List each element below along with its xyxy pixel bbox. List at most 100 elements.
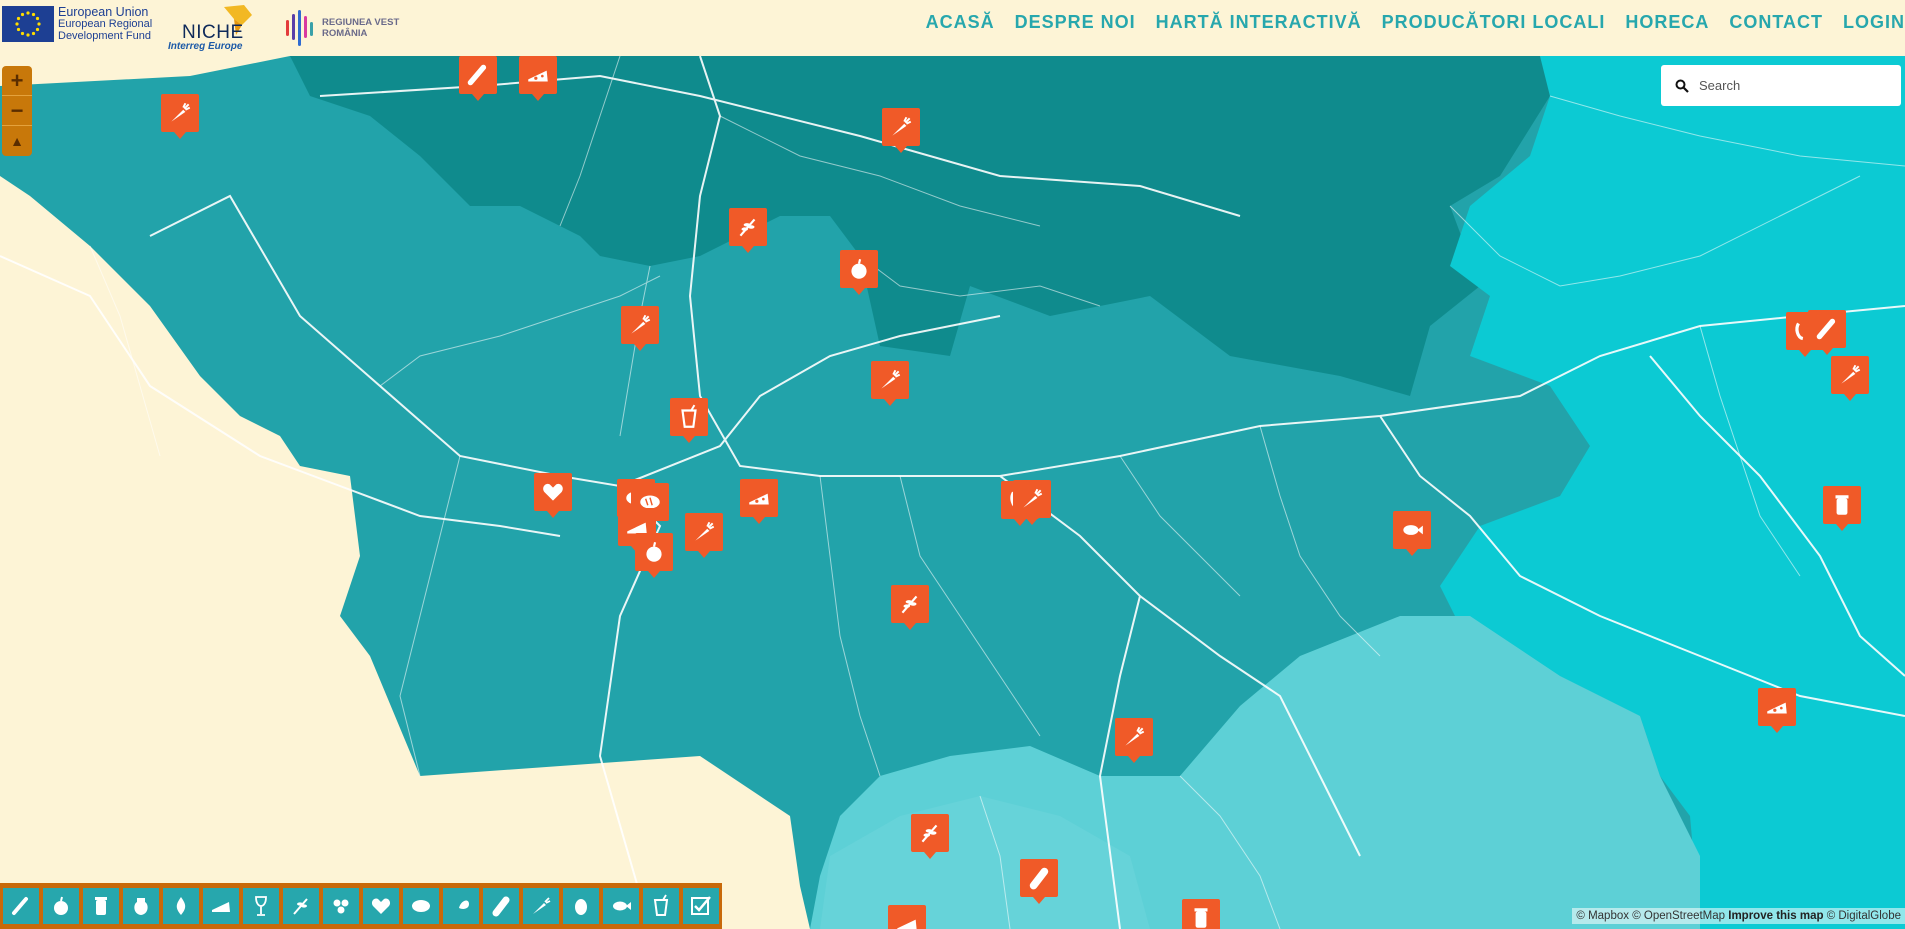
map-pin-fish[interactable] xyxy=(1393,511,1431,556)
zoom-in-button[interactable]: + xyxy=(2,66,32,96)
sausage-icon xyxy=(1816,318,1836,340)
map-pin-carrot[interactable] xyxy=(685,513,723,558)
map-pin-carrot[interactable] xyxy=(1115,718,1153,763)
search-input[interactable] xyxy=(1699,78,1889,93)
map-pin-carrot[interactable] xyxy=(161,94,199,139)
map-pin-cheese[interactable] xyxy=(519,56,557,101)
apple-icon xyxy=(54,896,68,915)
cheese-icon xyxy=(1767,702,1787,714)
cheese-icon xyxy=(897,919,917,929)
honey-pot-icon xyxy=(134,898,148,915)
filter-cheese[interactable] xyxy=(203,888,239,924)
map-search xyxy=(1661,65,1901,106)
jar-icon xyxy=(95,897,107,915)
map-pin-herb[interactable] xyxy=(729,208,767,253)
search-icon xyxy=(1675,79,1689,93)
sausage-icon xyxy=(12,897,28,915)
filter-ham[interactable] xyxy=(443,888,479,924)
carrot-icon xyxy=(892,116,912,136)
attribution-digitalglobe[interactable]: © DigitalGlobe xyxy=(1827,910,1901,922)
cheese-icon xyxy=(212,902,230,912)
site-header: European Union European Regional Develop… xyxy=(0,0,1905,56)
zoom-control: + − ▲ xyxy=(2,66,32,156)
map-terrain xyxy=(0,56,1905,929)
map-pin-cheese[interactable] xyxy=(1758,688,1796,733)
filter-honey-pot[interactable] xyxy=(123,888,159,924)
carrot-icon xyxy=(1125,726,1145,746)
attribution-osm[interactable]: © OpenStreetMap xyxy=(1632,910,1725,922)
eu-line3: Development Fund xyxy=(58,30,151,42)
map-pin-apple[interactable] xyxy=(635,533,673,578)
nav-login[interactable]: LOGIN xyxy=(1843,12,1905,33)
attribution-improve[interactable]: Improve this map xyxy=(1728,910,1823,922)
filter-carrot[interactable] xyxy=(523,888,559,924)
map-pin-jar[interactable] xyxy=(1823,486,1861,531)
regiunea-vest-text: REGIUNEA VEST ROMÂNIA xyxy=(322,17,399,39)
bread-icon xyxy=(412,900,430,912)
nav-acasa[interactable]: ACASĂ xyxy=(926,12,995,33)
herb-icon xyxy=(293,898,308,915)
filter-honeycomb[interactable] xyxy=(323,888,359,924)
nav-contact[interactable]: CONTACT xyxy=(1729,12,1823,33)
nav-producatori-locali[interactable]: PRODUCĂTORI LOCALI xyxy=(1382,12,1606,33)
carrot-icon xyxy=(631,314,651,334)
regiunea-vest-mark-icon xyxy=(286,10,313,46)
filter-oil-drop[interactable] xyxy=(163,888,199,924)
apple-icon xyxy=(646,541,662,562)
sausage-icon xyxy=(467,64,487,86)
filter-jar[interactable] xyxy=(83,888,119,924)
jar-icon xyxy=(1835,495,1849,515)
niche-logo[interactable]: NICHE Interreg Europe xyxy=(168,5,262,52)
map-pin-salami[interactable] xyxy=(1020,859,1058,904)
eu-line1: European Union xyxy=(58,5,149,19)
map-pin-juice[interactable] xyxy=(670,398,708,443)
herb-icon xyxy=(901,595,918,614)
filter-fish[interactable] xyxy=(603,888,639,924)
oil-drop-icon xyxy=(176,897,186,915)
map-pin-cheese[interactable] xyxy=(888,905,926,929)
niche-sub: Interreg Europe xyxy=(168,41,243,52)
carrot-icon xyxy=(533,897,551,914)
nav-horeca[interactable]: HORECA xyxy=(1625,12,1709,33)
map-pin-carrot[interactable] xyxy=(1831,356,1869,401)
fish-icon xyxy=(1403,525,1423,535)
map-pin-carrot[interactable] xyxy=(621,306,659,351)
compass-button[interactable]: ▲ xyxy=(2,126,32,156)
map-pin-herb[interactable] xyxy=(911,814,949,859)
map-pin-sausage[interactable] xyxy=(1808,310,1846,355)
filter-check-all[interactable] xyxy=(683,888,719,924)
map-pin-cheese[interactable] xyxy=(740,479,778,524)
jar-icon xyxy=(1194,908,1208,928)
map-pin-carrot[interactable] xyxy=(1013,480,1051,525)
map-pin-jar[interactable] xyxy=(1182,899,1220,929)
honeycomb-icon xyxy=(333,899,349,914)
check-all-icon xyxy=(691,896,711,915)
main-nav: ACASĂ DESPRE NOI HARTĂ INTERACTIVĂ PRODU… xyxy=(926,12,1905,33)
filter-wine[interactable] xyxy=(243,888,279,924)
attribution-mapbox[interactable]: © Mapbox xyxy=(1576,910,1629,922)
map-pin-carrot[interactable] xyxy=(882,108,920,153)
map-pin-sausage[interactable] xyxy=(459,56,497,101)
filter-juice[interactable] xyxy=(643,888,679,924)
filter-salami[interactable] xyxy=(483,888,519,924)
ham-icon xyxy=(454,900,469,913)
filter-apple[interactable] xyxy=(43,888,79,924)
nav-despre-noi[interactable]: DESPRE NOI xyxy=(1015,12,1136,33)
interactive-map[interactable]: + − ▲ Search © Mapbox © OpenStreetMap Im… xyxy=(0,56,1905,929)
map-pin-apple[interactable] xyxy=(840,250,878,295)
map-pin-carrot[interactable] xyxy=(871,361,909,406)
filter-bread[interactable] xyxy=(403,888,439,924)
zoom-out-button[interactable]: − xyxy=(2,96,32,126)
regiunea-vest-logo[interactable]: REGIUNEA VEST ROMÂNIA xyxy=(284,10,399,46)
map-pin-herb[interactable] xyxy=(891,585,929,630)
carrot-icon xyxy=(881,369,901,389)
filter-egg[interactable] xyxy=(563,888,599,924)
filter-sausage[interactable] xyxy=(3,888,39,924)
egg-icon xyxy=(575,899,587,915)
nav-harta-interactiva[interactable]: HARTĂ INTERACTIVĂ xyxy=(1156,12,1362,33)
filter-herb[interactable] xyxy=(283,888,319,924)
map-pin-heart[interactable] xyxy=(534,473,572,518)
eu-logo[interactable]: European Union European Regional Develop… xyxy=(2,6,152,42)
eu-flag-icon xyxy=(2,6,54,42)
filter-heart[interactable] xyxy=(363,888,399,924)
